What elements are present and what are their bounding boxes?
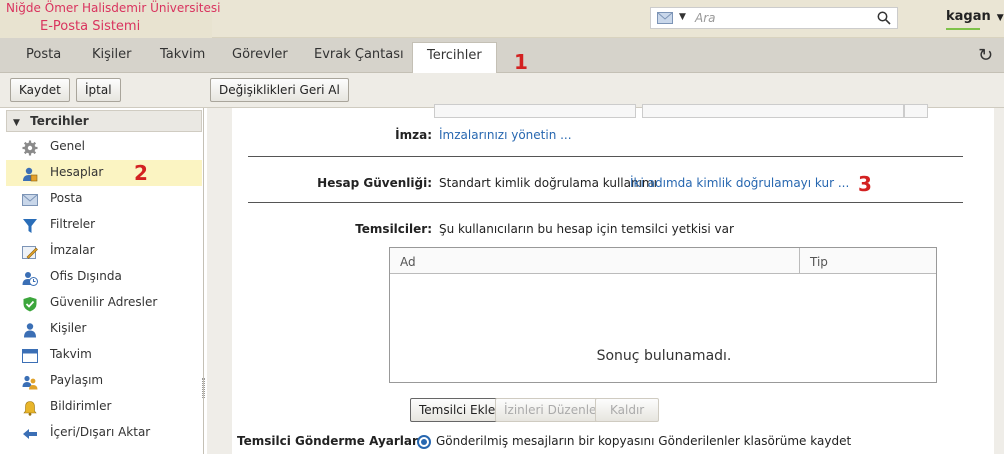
delegates-table: Ad Tip Sonuç bulunamadı. bbox=[389, 247, 937, 383]
save-sent-copy-label[interactable]: Gönderilmiş mesajların bir kopyasını Gön… bbox=[436, 434, 851, 448]
search-placeholder[interactable]: Ara bbox=[695, 11, 716, 25]
sidebar-header[interactable]: ▼ Tercihler bbox=[6, 110, 202, 132]
collapse-triangle-icon: ▼ bbox=[13, 118, 20, 128]
sidebar-resize-handle[interactable] bbox=[202, 378, 205, 398]
envelope-icon[interactable] bbox=[657, 12, 673, 24]
sidebar-item-label: Kişiler bbox=[50, 321, 87, 335]
divider bbox=[248, 202, 963, 203]
save-sent-copy-radio[interactable] bbox=[417, 435, 431, 449]
user-menu[interactable]: kagan ▼ bbox=[946, 9, 1004, 24]
annotation-marker-3: 3 bbox=[858, 172, 872, 196]
sidebar-item-bildirimler[interactable]: Bildirimler bbox=[6, 394, 202, 420]
signature-icon bbox=[22, 246, 38, 259]
sidebar-item-label: Ofis Dışında bbox=[50, 269, 122, 283]
logo-university-name: Niğde Ömer Halisdemir Üniversitesi bbox=[6, 1, 221, 15]
sidebar-item-takvim[interactable]: Takvim bbox=[6, 342, 202, 368]
sidebar-item-label: Paylaşım bbox=[50, 373, 104, 387]
sidebar-item-genel[interactable]: Genel bbox=[6, 134, 202, 160]
save-button[interactable]: Kaydet bbox=[10, 78, 70, 102]
sidebar-item-label: İmzalar bbox=[50, 243, 95, 257]
sidebar-item-posta[interactable]: Posta bbox=[6, 186, 202, 212]
tab-gorevler[interactable]: Görevler bbox=[232, 47, 288, 62]
account-security-label: Hesap Güvenliği: bbox=[317, 176, 432, 190]
username: kagan bbox=[946, 9, 991, 24]
preferences-sidebar: ▼ Tercihler Genel Hesaplar 2 Posta Filtr… bbox=[0, 108, 205, 454]
main-tabs: Posta Kişiler Takvim Görevler Evrak Çant… bbox=[0, 38, 1004, 74]
tab-takvim[interactable]: Takvim bbox=[160, 47, 205, 62]
main-content: İmza: İmzalarınızı yönetin ... Hesap Güv… bbox=[207, 104, 1004, 454]
search-icon[interactable] bbox=[877, 11, 891, 25]
table-header-type[interactable]: Tip bbox=[800, 248, 936, 274]
remove-button[interactable]: Kaldır bbox=[595, 398, 660, 422]
shield-icon bbox=[23, 297, 37, 312]
sidebar-item-kisiler[interactable]: Kişiler bbox=[6, 316, 202, 342]
sidebar-item-label: Hesaplar bbox=[50, 165, 104, 179]
delegates-label: Temsilciler: bbox=[355, 222, 432, 236]
logo[interactable]: Niğde Ömer Halisdemir Üniversitesi E-Pos… bbox=[0, 0, 220, 38]
signature-label: İmza: bbox=[395, 128, 432, 142]
setup-two-factor-link[interactable]: İki adımda kimlik doğrulamayı kur ... bbox=[630, 176, 849, 190]
manage-signatures-link[interactable]: İmzalarınızı yönetin ... bbox=[439, 128, 572, 142]
annotation-marker-1: 1 bbox=[514, 50, 528, 74]
sidebar-item-filtreler[interactable]: Filtreler bbox=[6, 212, 202, 238]
sidebar-item-hesaplar[interactable]: Hesaplar 2 bbox=[6, 160, 202, 186]
tab-tercihler[interactable]: Tercihler bbox=[412, 42, 497, 73]
accounts-icon bbox=[23, 167, 38, 182]
tab-posta[interactable]: Posta bbox=[26, 47, 61, 62]
delegates-description: Şu kullanıcıların bu hesap için temsilci… bbox=[439, 222, 734, 236]
sidebar-item-imzalar[interactable]: İmzalar bbox=[6, 238, 202, 264]
contacts-icon bbox=[24, 323, 36, 338]
user-status-indicator bbox=[946, 28, 980, 30]
tab-kisiler[interactable]: Kişiler bbox=[92, 47, 131, 62]
delegate-send-settings-label: Temsilci Gönderme Ayarları: bbox=[237, 434, 427, 448]
sidebar-item-label: İçeri/Dışarı Aktar bbox=[50, 425, 151, 439]
edit-permissions-button[interactable]: İzinleri Düzenle bbox=[495, 398, 606, 422]
toolbar: Kaydet İptal Değişiklikleri Geri Al bbox=[0, 73, 1004, 108]
table-header-name[interactable]: Ad bbox=[390, 248, 800, 274]
mail-icon bbox=[22, 194, 38, 206]
sidebar-item-label: Bildirimler bbox=[50, 399, 112, 413]
sharing-icon bbox=[22, 375, 38, 390]
chevron-down-icon: ▼ bbox=[996, 13, 1004, 23]
out-of-office-icon bbox=[22, 272, 38, 286]
sidebar-item-guvenilir-adresler[interactable]: Güvenilir Adresler bbox=[6, 290, 202, 316]
filter-icon bbox=[23, 219, 37, 233]
sidebar-item-label: Posta bbox=[50, 191, 83, 205]
add-delegate-button[interactable]: Temsilci Ekle bbox=[410, 398, 505, 422]
top-bar: Niğde Ömer Halisdemir Üniversitesi E-Pos… bbox=[0, 0, 1004, 38]
sidebar-item-iceri-disari-aktar[interactable]: İçeri/Dışarı Aktar bbox=[6, 420, 202, 442]
search-type-dropdown-icon[interactable]: ▼ bbox=[679, 12, 686, 22]
account-security-value: Standart kimlik doğrulama kullanımı bbox=[439, 176, 657, 190]
sidebar-item-label: Takvim bbox=[50, 347, 92, 361]
bell-icon bbox=[23, 401, 37, 416]
cropped-input-right[interactable] bbox=[642, 104, 904, 118]
cancel-button[interactable]: İptal bbox=[76, 78, 121, 102]
sidebar-item-ofis-disinda[interactable]: Ofis Dışında bbox=[6, 264, 202, 290]
cropped-input-button[interactable] bbox=[904, 104, 928, 118]
gear-icon bbox=[22, 140, 38, 156]
calendar-icon bbox=[22, 349, 38, 363]
cropped-input-left[interactable] bbox=[434, 104, 636, 118]
sidebar-item-label: Güvenilir Adresler bbox=[50, 295, 158, 309]
sidebar-item-paylasim[interactable]: Paylaşım bbox=[6, 368, 202, 394]
sidebar-item-label: Filtreler bbox=[50, 217, 96, 231]
sidebar-header-label: Tercihler bbox=[30, 114, 89, 128]
search-box[interactable]: ▼ Ara bbox=[650, 7, 898, 29]
divider bbox=[248, 156, 963, 157]
import-export-icon bbox=[23, 429, 37, 439]
revert-changes-button[interactable]: Değişiklikleri Geri Al bbox=[210, 78, 349, 102]
annotation-marker-2: 2 bbox=[134, 161, 148, 185]
refresh-icon[interactable]: ↻ bbox=[978, 45, 993, 66]
empty-results-message: Sonuç bulunamadı. bbox=[596, 348, 732, 364]
tab-evrak-cantasi[interactable]: Evrak Çantası bbox=[314, 47, 404, 62]
sidebar-item-label: Genel bbox=[50, 139, 86, 153]
logo-system-name: E-Posta Sistemi bbox=[40, 19, 141, 34]
